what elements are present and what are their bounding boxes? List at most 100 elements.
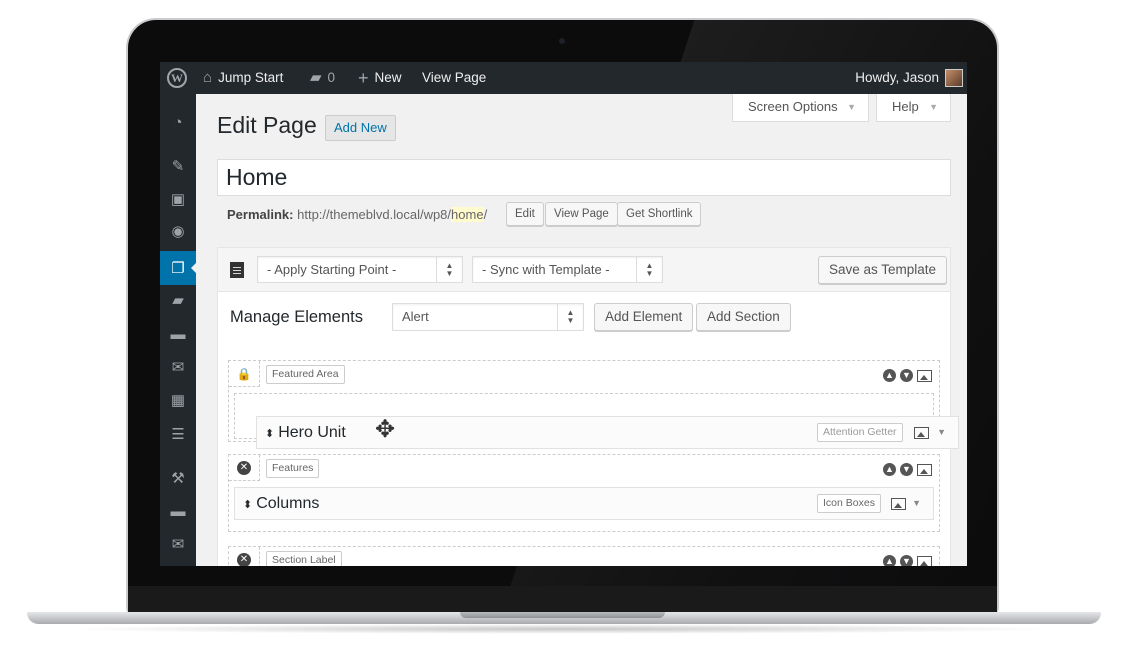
new-content-link[interactable]: + New (358, 62, 402, 94)
element-name: ⬍ Columns (243, 495, 320, 512)
section-third: ✕ Section Label ▲ ▼ (228, 546, 940, 566)
post-title-input[interactable]: Home (217, 159, 951, 196)
comments-link[interactable]: ▰ 0 (310, 62, 335, 94)
move-up-icon[interactable]: ▲ (883, 369, 896, 382)
image-icon[interactable] (917, 555, 932, 566)
updown-arrows-icon: ▲ ▼ (557, 304, 583, 330)
home-icon: ⌂ (203, 69, 213, 86)
manage-elements-heading: Manage Elements (230, 308, 363, 326)
permalink-label: Permalink: (227, 207, 294, 222)
move-down-icon[interactable]: ▼ (900, 555, 913, 566)
move-down-icon[interactable]: ▼ (900, 463, 913, 476)
builder-toolbar: - Apply Starting Point - ▲ ▼ - Sync with … (218, 248, 950, 292)
screen-options-button[interactable]: Screen Options ▼ (732, 94, 869, 122)
section-label[interactable]: Featured Area (266, 365, 345, 384)
dropdown-arrow-icon[interactable]: ▼ (912, 488, 921, 519)
plus-icon: + (358, 68, 369, 88)
help-button[interactable]: Help ▼ (876, 94, 951, 122)
image-icon[interactable] (917, 463, 932, 476)
element-type-value: Alert (402, 309, 429, 324)
comments-icon[interactable]: ▰ (160, 287, 196, 313)
portfolio-icon[interactable]: ▬ (160, 321, 196, 347)
move-down-icon[interactable]: ▼ (900, 369, 913, 382)
section-label[interactable]: Section Label (266, 551, 342, 566)
edit-permalink-button[interactable]: Edit (506, 202, 544, 226)
element-columns[interactable]: ⬍ Columns Icon Boxes ▼ (234, 487, 934, 520)
site-name-link[interactable]: ⌂ Jump Start (203, 62, 283, 94)
view-page-link[interactable]: View Page (422, 62, 486, 94)
site-name-label: Jump Start (218, 70, 284, 85)
move-cursor-icon: ✥ (375, 416, 396, 443)
permalink-slug[interactable]: home (451, 207, 484, 222)
updown-arrows-icon: ▲ ▼ (636, 257, 662, 282)
caret-down-icon: ▼ (929, 102, 938, 112)
help-label: Help (892, 99, 919, 114)
add-element-button[interactable]: Add Element (594, 303, 694, 331)
updown-arrows-icon: ▲ ▼ (436, 257, 462, 282)
dashboard-icon[interactable]: ◔ (160, 109, 196, 135)
section-features: ✕ Features ▲ ▼ ⬍ Columns Icon Boxes ▼ (228, 454, 940, 532)
image-icon[interactable] (917, 369, 932, 382)
new-label: New (374, 70, 402, 85)
save-as-template-button[interactable]: Save as Template (818, 256, 948, 284)
move-up-icon[interactable]: ▲ (883, 463, 896, 476)
admin-menu-sidebar: ◔ ✎ ▣ ◉ ❐ ▰ ▬ ✉ ▦ ☰ ⚒ ▬ ✉ (160, 94, 196, 566)
element-type-tag: Icon Boxes (817, 494, 881, 513)
sort-icon[interactable]: ⬍ (265, 428, 274, 440)
image-icon[interactable] (914, 427, 929, 439)
laptop-chin (128, 586, 997, 613)
pin-icon[interactable]: ✎ (160, 153, 196, 179)
pages-icon[interactable]: ❐ (160, 251, 196, 285)
wordpress-logo-icon: W (167, 68, 187, 88)
close-icon: ✕ (237, 552, 251, 566)
caret-down-icon: ▼ (847, 102, 856, 112)
tools-icon[interactable]: ⚒ (160, 465, 196, 491)
layout-icon[interactable]: ◉ (160, 218, 196, 244)
building-icon[interactable]: ▦ (160, 387, 196, 413)
sort-icon[interactable]: ⬍ (243, 499, 252, 511)
element-type-select[interactable]: Alert ▲ ▼ (392, 303, 584, 331)
sync-template-select[interactable]: - Sync with Template - ▲ ▼ (472, 256, 663, 283)
comment-bubble-icon: ▰ (310, 69, 322, 86)
view-page-button[interactable]: View Page (545, 202, 618, 226)
avatar (945, 69, 963, 87)
view-page-label: View Page (422, 70, 487, 85)
section-controls: ▲ ▼ (883, 369, 932, 382)
media-icon[interactable]: ▣ (160, 186, 196, 212)
sync-template-value: - Sync with Template - (482, 262, 610, 277)
my-account-menu[interactable]: Howdy, Jason (855, 62, 963, 94)
image-icon[interactable] (891, 498, 906, 510)
section-remove-button[interactable]: ✕ (229, 455, 260, 481)
page-title: Edit Page (217, 112, 317, 138)
element-type-tag: Attention Getter (817, 423, 903, 442)
permalink: Permalink: http://themeblvd.local/wp8/ho… (227, 207, 487, 223)
section-remove-button[interactable]: ✕ (229, 547, 260, 566)
add-new-button[interactable]: Add New (325, 115, 396, 141)
mail-icon[interactable]: ✉ (160, 354, 196, 380)
screen: W ⌂ Jump Start ▰ 0 + New View Page Howdy… (160, 62, 967, 566)
comments-count: 0 (327, 70, 336, 85)
main-content: Screen Options ▼ Help ▼ Edit Page Add Ne… (196, 94, 967, 566)
screen-options-label: Screen Options (748, 99, 838, 114)
move-up-icon[interactable]: ▲ (883, 555, 896, 566)
forms-icon[interactable]: ☰ (160, 421, 196, 447)
element-hero-unit[interactable]: ⬍ Hero Unit Attention Getter ▼ (256, 416, 959, 449)
section-controls: ▲ ▼ (883, 463, 932, 476)
add-section-button[interactable]: Add Section (696, 303, 791, 331)
camera-dot (559, 38, 565, 44)
wordpress-logo-menu[interactable]: W (167, 62, 187, 94)
dropdown-arrow-icon[interactable]: ▼ (937, 417, 946, 448)
layout-builder: - Apply Starting Point - ▲ ▼ - Sync with … (217, 247, 959, 566)
laptop-shadow (60, 624, 1062, 634)
lock-icon: 🔒 (229, 361, 260, 387)
close-icon: ✕ (237, 460, 251, 475)
envelope-icon[interactable]: ✉ (160, 531, 196, 557)
building-icon (230, 262, 244, 278)
briefcase-icon[interactable]: ▬ (160, 498, 196, 524)
element-name: ⬍ Hero Unit (265, 424, 346, 441)
starting-point-select[interactable]: - Apply Starting Point - ▲ ▼ (257, 256, 463, 283)
laptop-notch (460, 612, 665, 618)
section-label[interactable]: Features (266, 459, 320, 478)
get-shortlink-button[interactable]: Get Shortlink (617, 202, 702, 226)
permalink-trailing: / (483, 207, 488, 222)
